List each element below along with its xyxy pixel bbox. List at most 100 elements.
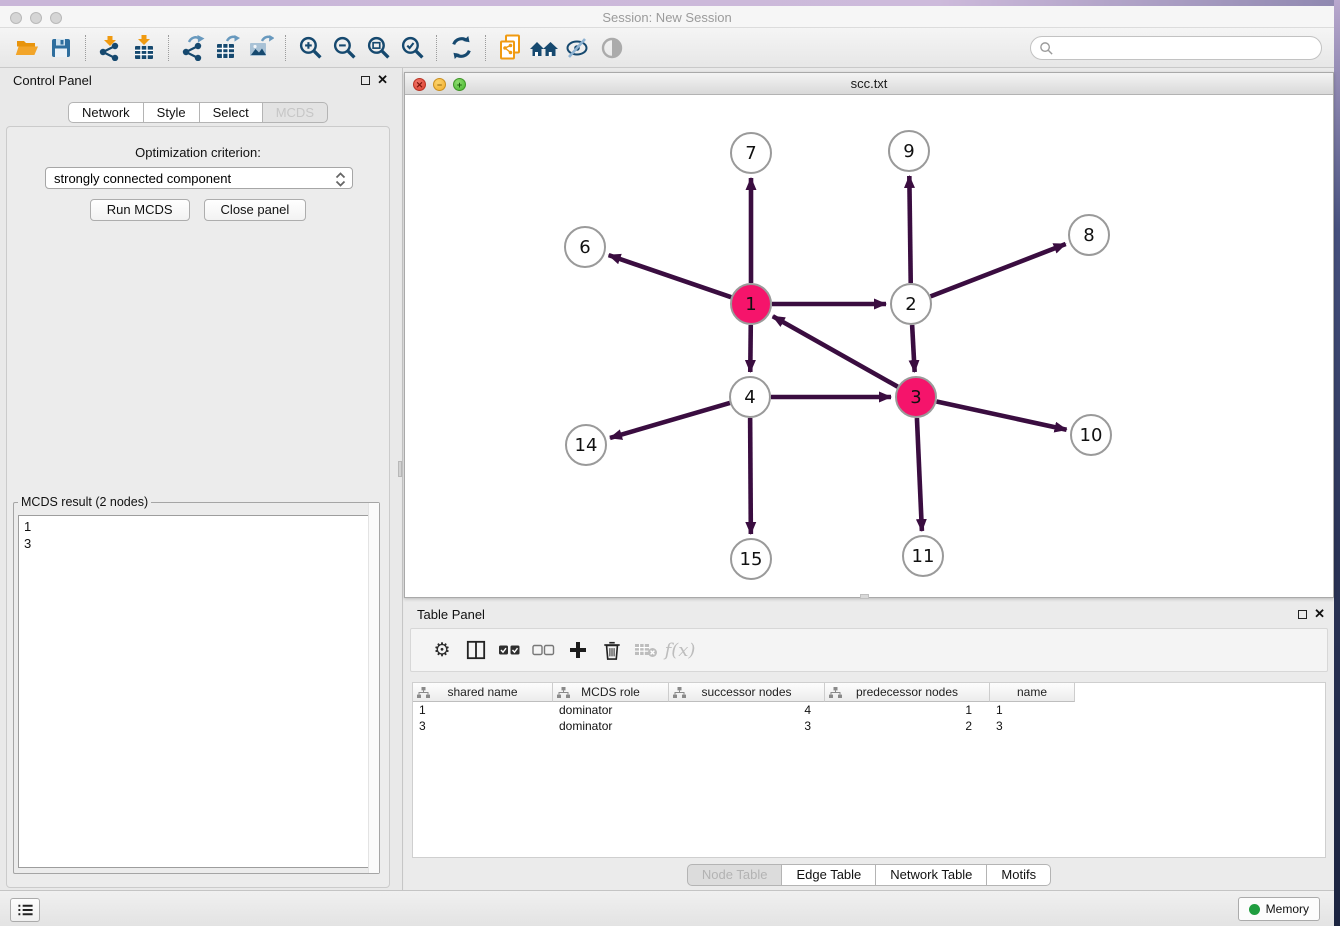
tab-network-table[interactable]: Network Table bbox=[876, 864, 987, 886]
list-icon bbox=[17, 903, 34, 917]
float-panel-icon[interactable] bbox=[1298, 610, 1307, 619]
tab-mcds[interactable]: MCDS bbox=[263, 102, 328, 123]
result-scrollbar[interactable] bbox=[368, 503, 379, 873]
table-cell[interactable]: 1 bbox=[825, 702, 990, 718]
graph-edge-2-8[interactable] bbox=[931, 244, 1066, 296]
graph-edge-2-9[interactable] bbox=[909, 176, 910, 283]
zoom-fit-button[interactable] bbox=[361, 32, 395, 64]
search-input[interactable] bbox=[1054, 38, 1321, 58]
zoom-out-icon bbox=[332, 35, 357, 60]
column-header-predecessor-nodes[interactable]: predecessor nodes bbox=[825, 683, 990, 702]
graph-canvas[interactable]: 7 9 6 8 1 2 4 3 14 10 15 11 bbox=[405, 95, 1333, 597]
graph-edge-4-15[interactable] bbox=[750, 418, 751, 534]
memory-button[interactable]: Memory bbox=[1238, 897, 1320, 921]
run-mcds-button[interactable]: Run MCDS bbox=[90, 199, 190, 221]
graph-node-3[interactable]: 3 bbox=[895, 376, 937, 418]
hide-graphics-button[interactable] bbox=[561, 32, 595, 64]
split-handle[interactable] bbox=[860, 594, 869, 599]
clone-network-button[interactable] bbox=[493, 32, 527, 64]
status-bar: Memory bbox=[0, 890, 1334, 926]
graph-node-6[interactable]: 6 bbox=[564, 226, 606, 268]
trash-icon bbox=[602, 639, 622, 661]
column-header-name[interactable]: name bbox=[990, 683, 1075, 702]
table-row[interactable]: 3dominator323 bbox=[413, 718, 1325, 734]
close-panel-button[interactable]: Close panel bbox=[204, 199, 307, 221]
app-window: Session: New Session bbox=[0, 6, 1334, 926]
table-cell[interactable]: 3 bbox=[990, 718, 1075, 734]
divider-handle[interactable] bbox=[398, 461, 402, 477]
toolbar-separator bbox=[485, 35, 486, 61]
table-cell[interactable]: 3 bbox=[669, 718, 825, 734]
table-settings-button[interactable]: ⚙ bbox=[425, 633, 459, 667]
import-table-button[interactable] bbox=[127, 32, 161, 64]
column-header-successor-nodes[interactable]: successor nodes bbox=[669, 683, 825, 702]
graph-node-2[interactable]: 2 bbox=[890, 283, 932, 325]
export-image-button[interactable] bbox=[244, 32, 278, 64]
refresh-button[interactable] bbox=[444, 32, 478, 64]
graph-node-14[interactable]: 14 bbox=[565, 424, 607, 466]
graph-edge-1-4[interactable] bbox=[750, 325, 751, 372]
graph-edge-3-1[interactable] bbox=[773, 316, 898, 386]
optimization-criterion-label: Optimization criterion: bbox=[7, 145, 389, 160]
table-toolbar: ⚙ f(x) bbox=[410, 628, 1328, 672]
graph-node-4[interactable]: 4 bbox=[729, 376, 771, 418]
export-table-button[interactable] bbox=[210, 32, 244, 64]
table-row[interactable]: 1dominator411 bbox=[413, 702, 1325, 718]
graph-edge-3-10[interactable] bbox=[937, 401, 1067, 429]
graph-edge-2-3[interactable] bbox=[912, 325, 915, 372]
export-network-button[interactable] bbox=[176, 32, 210, 64]
zoom-selected-button[interactable] bbox=[395, 32, 429, 64]
graph-edge-3-11[interactable] bbox=[917, 418, 922, 531]
import-network-button[interactable] bbox=[93, 32, 127, 64]
graph-node-10[interactable]: 10 bbox=[1070, 414, 1112, 456]
mcds-result-text[interactable]: 1 3 bbox=[18, 515, 375, 868]
create-column-button[interactable] bbox=[561, 633, 595, 667]
graph-node-9[interactable]: 9 bbox=[888, 130, 930, 172]
memory-label: Memory bbox=[1266, 902, 1309, 916]
save-session-button[interactable] bbox=[44, 32, 78, 64]
node-table[interactable]: shared nameMCDS rolesuccessor nodesprede… bbox=[412, 682, 1326, 858]
graph-node-8[interactable]: 8 bbox=[1068, 214, 1110, 256]
network-titlebar[interactable]: ✕ − + scc.txt bbox=[405, 73, 1333, 95]
table-cell[interactable]: 3 bbox=[413, 718, 553, 734]
table-cell[interactable]: 2 bbox=[825, 718, 990, 734]
tab-select[interactable]: Select bbox=[200, 102, 263, 123]
mcds-result-title: MCDS result (2 nodes) bbox=[18, 495, 151, 509]
show-graphics-button[interactable] bbox=[595, 32, 629, 64]
zoom-in-button[interactable] bbox=[293, 32, 327, 64]
tab-network[interactable]: Network bbox=[68, 102, 144, 123]
table-panel-header: Table Panel ✕ bbox=[404, 602, 1334, 626]
tab-style[interactable]: Style bbox=[144, 102, 200, 123]
table-cell[interactable]: dominator bbox=[553, 702, 669, 718]
table-panel: Table Panel ✕ ⚙ f(x) bbox=[404, 602, 1334, 894]
table-cell[interactable]: 1 bbox=[413, 702, 553, 718]
tab-motifs[interactable]: Motifs bbox=[987, 864, 1051, 886]
column-header-shared-name[interactable]: shared name bbox=[413, 683, 553, 702]
table-cell[interactable]: 4 bbox=[669, 702, 825, 718]
table-cell[interactable]: dominator bbox=[553, 718, 669, 734]
zoom-out-button[interactable] bbox=[327, 32, 361, 64]
delete-column-button[interactable] bbox=[595, 633, 629, 667]
panel-divider[interactable] bbox=[397, 68, 403, 894]
float-panel-icon[interactable] bbox=[361, 76, 370, 85]
task-history-button[interactable] bbox=[10, 898, 40, 922]
tab-node-table[interactable]: Node Table bbox=[687, 864, 783, 886]
open-session-button[interactable] bbox=[10, 32, 44, 64]
graph-node-11[interactable]: 11 bbox=[902, 535, 944, 577]
column-header-MCDS-role[interactable]: MCDS role bbox=[553, 683, 669, 702]
show-columns-button[interactable] bbox=[459, 633, 493, 667]
graph-edge-1-6[interactable] bbox=[609, 255, 731, 297]
close-panel-icon[interactable]: ✕ bbox=[1314, 606, 1325, 622]
graph-node-7[interactable]: 7 bbox=[730, 132, 772, 174]
graph-node-1[interactable]: 1 bbox=[730, 283, 772, 325]
home-view-button[interactable] bbox=[527, 32, 561, 64]
deselect-all-button[interactable] bbox=[527, 633, 561, 667]
close-panel-icon[interactable]: ✕ bbox=[377, 72, 388, 88]
graph-edge-4-14[interactable] bbox=[610, 403, 730, 438]
criterion-dropdown[interactable]: strongly connected component bbox=[45, 167, 353, 189]
table-cell[interactable]: 1 bbox=[990, 702, 1075, 718]
tab-edge-table[interactable]: Edge Table bbox=[782, 864, 876, 886]
select-all-button[interactable] bbox=[493, 633, 527, 667]
graph-node-15[interactable]: 15 bbox=[730, 538, 772, 580]
search-field[interactable] bbox=[1030, 36, 1322, 60]
